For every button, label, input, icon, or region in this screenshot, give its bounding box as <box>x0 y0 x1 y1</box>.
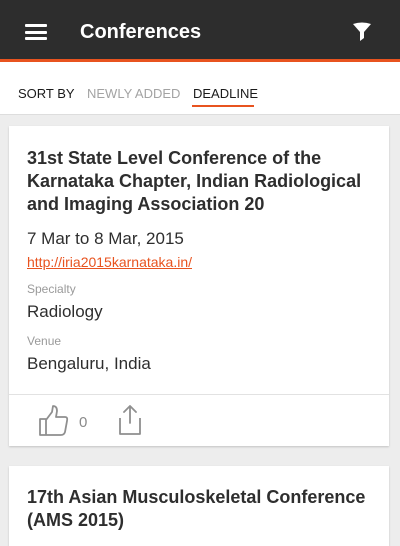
venue-label: Venue <box>27 334 62 348</box>
sort-option-deadline[interactable]: DEADLINE <box>193 86 258 101</box>
sort-option-newly-added[interactable]: NEWLY ADDED <box>87 86 180 101</box>
thumbs-up-icon[interactable] <box>37 404 71 438</box>
filter-icon[interactable] <box>352 22 372 42</box>
specialty-value: Radiology <box>27 302 103 321</box>
conference-card[interactable]: 17th Asian Musculoskeletal Conference (A… <box>9 466 389 546</box>
sort-by-label: SORT BY <box>18 86 75 101</box>
conference-title: 31st State Level Conference of the Karna… <box>27 148 362 214</box>
venue-value: Bengaluru, India <box>27 354 151 373</box>
sort-bar: SORT BY NEWLY ADDED DEADLINE <box>0 62 400 115</box>
active-sort-indicator <box>192 105 254 107</box>
conference-website-link[interactable]: http://iria2015karnataka.in/ <box>27 254 192 270</box>
like-count: 0 <box>79 414 88 431</box>
share-icon[interactable] <box>115 403 145 437</box>
conference-dates: 7 Mar to 8 Mar, 2015 <box>27 229 184 248</box>
page-title: Conferences <box>80 21 202 43</box>
app-bar: Conferences <box>0 0 400 62</box>
hamburger-menu-icon[interactable] <box>25 24 47 40</box>
specialty-label: Specialty <box>27 282 76 296</box>
card-divider <box>9 394 389 395</box>
conference-card[interactable]: 31st State Level Conference of the Karna… <box>9 126 389 446</box>
conference-title: 17th Asian Musculoskeletal Conference (A… <box>27 487 366 530</box>
